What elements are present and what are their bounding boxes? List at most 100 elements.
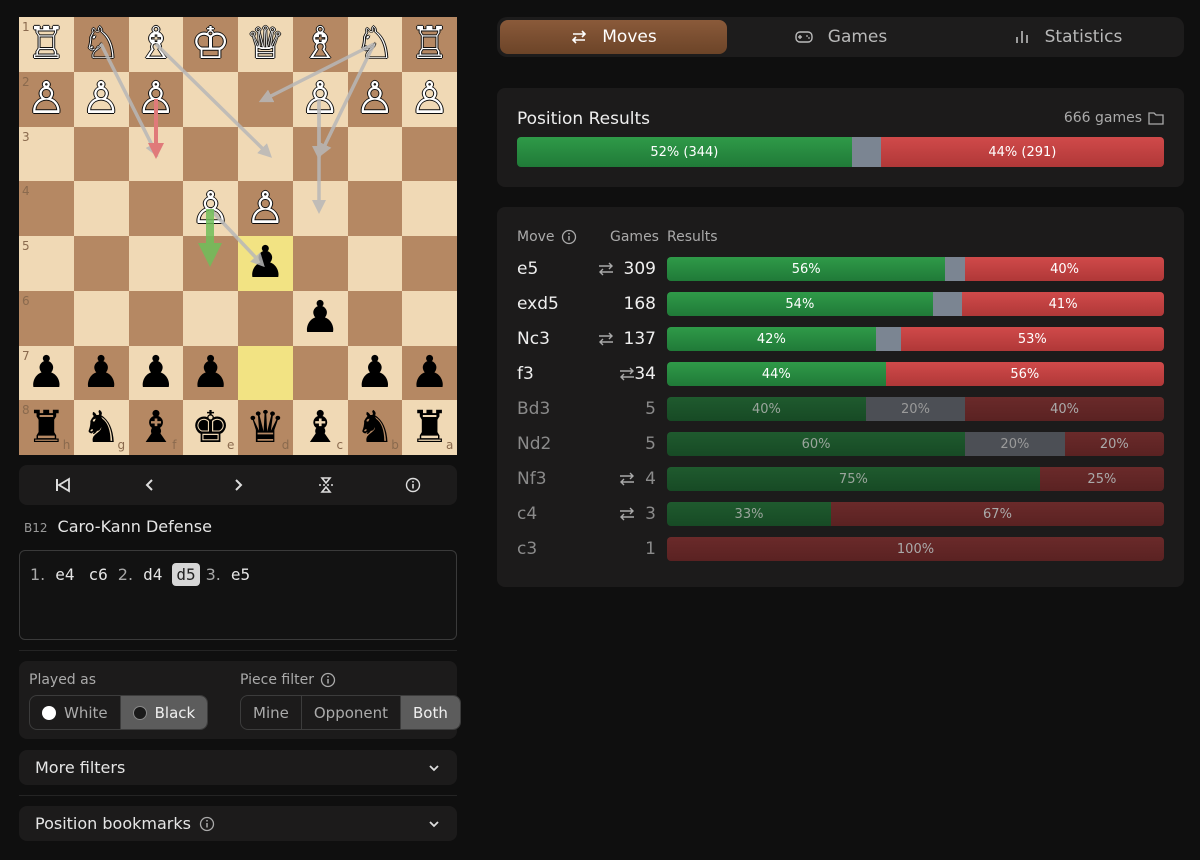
chevron-left-icon[interactable] [130,469,170,501]
move-item[interactable]: d4 [139,563,166,586]
board-square[interactable] [347,345,403,401]
board-square[interactable] [73,71,129,127]
board-square[interactable] [183,400,238,455]
move-row[interactable]: Nd2 5 60% 20% 20% [497,427,1184,462]
win-segment: 40% [667,397,866,421]
tab-moves[interactable]: Moves [500,20,727,54]
move-item[interactable]: e4 [51,563,78,586]
board-square[interactable] [292,126,348,182]
board-square[interactable] [238,181,293,236]
piece-filter-opponent[interactable]: Opponent [302,696,402,729]
flip-board-icon[interactable] [306,469,346,501]
board-square[interactable] [128,345,184,401]
board-square[interactable] [128,181,184,236]
board-square[interactable] [238,400,293,455]
move-row[interactable]: Nc3 137 42% 53% [497,322,1184,357]
board-square[interactable] [19,236,74,291]
info-icon[interactable] [393,469,433,501]
board-square[interactable] [183,181,238,236]
board-square[interactable] [128,126,184,182]
board-square[interactable] [73,126,129,182]
board-square[interactable] [402,236,457,291]
board-square[interactable] [402,290,457,346]
position-bookmarks-accordion[interactable]: Position bookmarks [19,806,457,841]
board-square[interactable] [183,126,238,182]
board-square[interactable] [292,345,348,401]
board-square[interactable] [292,290,348,346]
board-square[interactable] [292,400,348,455]
tab-games[interactable]: Games [727,20,954,54]
board-square[interactable] [73,17,129,72]
board-square[interactable] [19,400,74,455]
skip-to-start-icon[interactable] [43,469,83,501]
board-square[interactable] [19,345,74,401]
move-row[interactable]: c4 3 33% 67% [497,497,1184,532]
board-square[interactable] [402,345,457,401]
board-square[interactable] [128,71,184,127]
board-square[interactable] [347,400,403,455]
tab-bar: Moves Games Statistics [497,17,1184,57]
played-as-white[interactable]: White [30,696,121,729]
board-square[interactable] [238,290,293,346]
move-row[interactable]: Nf3 4 75% 25% [497,462,1184,497]
board-square[interactable] [19,71,74,127]
board-square[interactable] [402,126,457,182]
move-row[interactable]: f3 34 44% 56% [497,357,1184,392]
board-square[interactable] [183,345,238,401]
games-count[interactable]: 666 games [1064,110,1164,126]
board-square[interactable] [73,345,129,401]
board-square[interactable] [128,400,184,455]
played-as-black[interactable]: Black [120,696,208,729]
board-square[interactable] [238,126,293,182]
board-square[interactable] [402,400,457,455]
board-square[interactable] [238,345,293,401]
board-square[interactable] [128,17,184,72]
board-square[interactable] [292,181,348,236]
board-square[interactable] [183,17,238,72]
board-square[interactable] [19,126,74,182]
move-item[interactable]: d5 [172,563,200,586]
board-square[interactable] [347,236,403,291]
board-square[interactable] [128,236,184,291]
board-square[interactable] [347,290,403,346]
board-square[interactable] [73,290,129,346]
chevron-right-icon[interactable] [218,469,258,501]
board-square[interactable] [402,17,457,72]
board-square[interactable] [73,400,129,455]
piece-filter-toggle: Mine Opponent Both [240,695,461,730]
board-square[interactable] [73,236,129,291]
board-square[interactable] [19,181,74,236]
board-square[interactable] [292,17,348,72]
board-square[interactable] [183,290,238,346]
tab-statistics[interactable]: Statistics [954,20,1181,54]
board-square[interactable] [19,290,74,346]
move-row[interactable]: Bd3 5 40% 20% 40% [497,392,1184,427]
move-item[interactable]: e5 [227,563,254,586]
board-square[interactable] [292,236,348,291]
board-square[interactable] [347,181,403,236]
move-row[interactable]: c3 1 100% [497,532,1184,567]
board-square[interactable] [347,126,403,182]
board-square[interactable] [73,181,129,236]
move-item[interactable]: c6 [85,563,112,586]
board-square[interactable] [238,236,293,291]
board-square[interactable] [183,71,238,127]
board-square[interactable] [347,17,403,72]
board-square[interactable] [238,71,293,127]
board-square[interactable] [402,71,457,127]
position-results-title: Position Results [517,109,650,129]
board-square[interactable] [19,17,74,72]
move-row[interactable]: e5 309 56% 40% [497,252,1184,287]
board-square[interactable] [183,236,238,291]
piece-filter-mine[interactable]: Mine [241,696,302,729]
board-square[interactable] [347,71,403,127]
board-square[interactable] [128,290,184,346]
piece-filter-both[interactable]: Both [401,696,460,729]
more-filters-accordion[interactable]: More filters [19,750,457,785]
move-row[interactable]: exd5 168 54% 41% [497,287,1184,322]
board-square[interactable] [292,71,348,127]
chess-board[interactable]: ♖ ♘ ♗ ♔ ♕ ♗ ♘ ♖ 1 ♙ ♙ ♙ ♙ ♙ ♙ 2 3 ♙ ♙ 4 ♟ 5 ♟ 6 ♟ ♟ ♟ ♟ ♟ ♟ 7 ♜ ♞ ♝ ♚ ♛ ♝ ♞ ♜ 8… [19,17,457,455]
board-square[interactable] [238,17,293,72]
position-results-panel: Position Results 666 games 52% (344) 44%… [497,88,1184,187]
board-square[interactable] [402,181,457,236]
